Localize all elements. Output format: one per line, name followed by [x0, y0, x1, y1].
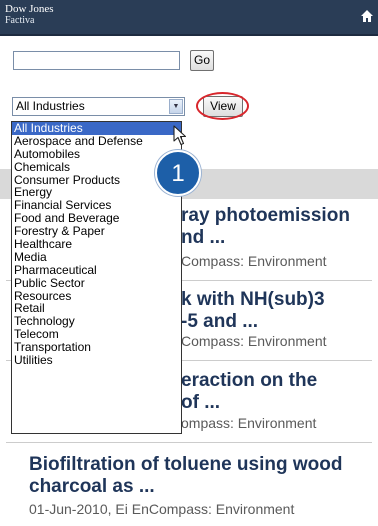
search-input[interactable] [13, 51, 180, 70]
app-header: Dow Jones Factiva [0, 0, 378, 36]
chevron-down-icon[interactable]: ▼ [169, 99, 183, 114]
go-button[interactable]: Go [190, 50, 214, 71]
industry-select[interactable]: All Industries ▼ [12, 97, 185, 116]
dropdown-option[interactable]: Media [12, 251, 181, 264]
home-icon[interactable] [360, 9, 374, 23]
dropdown-option[interactable]: Aerospace and Defense [12, 134, 181, 148]
result-title-line: Biofiltration of toluene using wood [29, 454, 343, 475]
result-title[interactable]: Biofiltration of toluene using wood char… [29, 454, 369, 498]
step-number-badge: 1 [155, 150, 201, 196]
dropdown-option[interactable]: Utilities [12, 354, 181, 367]
result-divider [6, 442, 372, 443]
result-title-line: charcoal as ... [29, 476, 155, 497]
view-button-highlight [196, 92, 249, 120]
logo-line-2: Factiva [5, 15, 35, 26]
result-item[interactable]: Biofiltration of toluene using wood char… [0, 454, 378, 520]
result-meta: 01-Jun-2010, Ei EnCompass: Environment [29, 501, 295, 517]
dropdown-option[interactable]: Pharmaceutical [12, 263, 181, 277]
dropdown-option[interactable]: Automobiles [12, 147, 181, 161]
dow-jones-factiva-logo[interactable]: Dow Jones Factiva [5, 3, 54, 27]
logo-line-1: Dow Jones [5, 3, 54, 15]
dropdown-option[interactable]: All Industries [12, 122, 181, 135]
dropdown-option[interactable]: Public Sector [12, 276, 181, 290]
mouse-cursor-icon [173, 125, 187, 146]
dropdown-option[interactable]: Healthcare [12, 238, 181, 251]
industry-select-value: All Industries [16, 99, 85, 113]
